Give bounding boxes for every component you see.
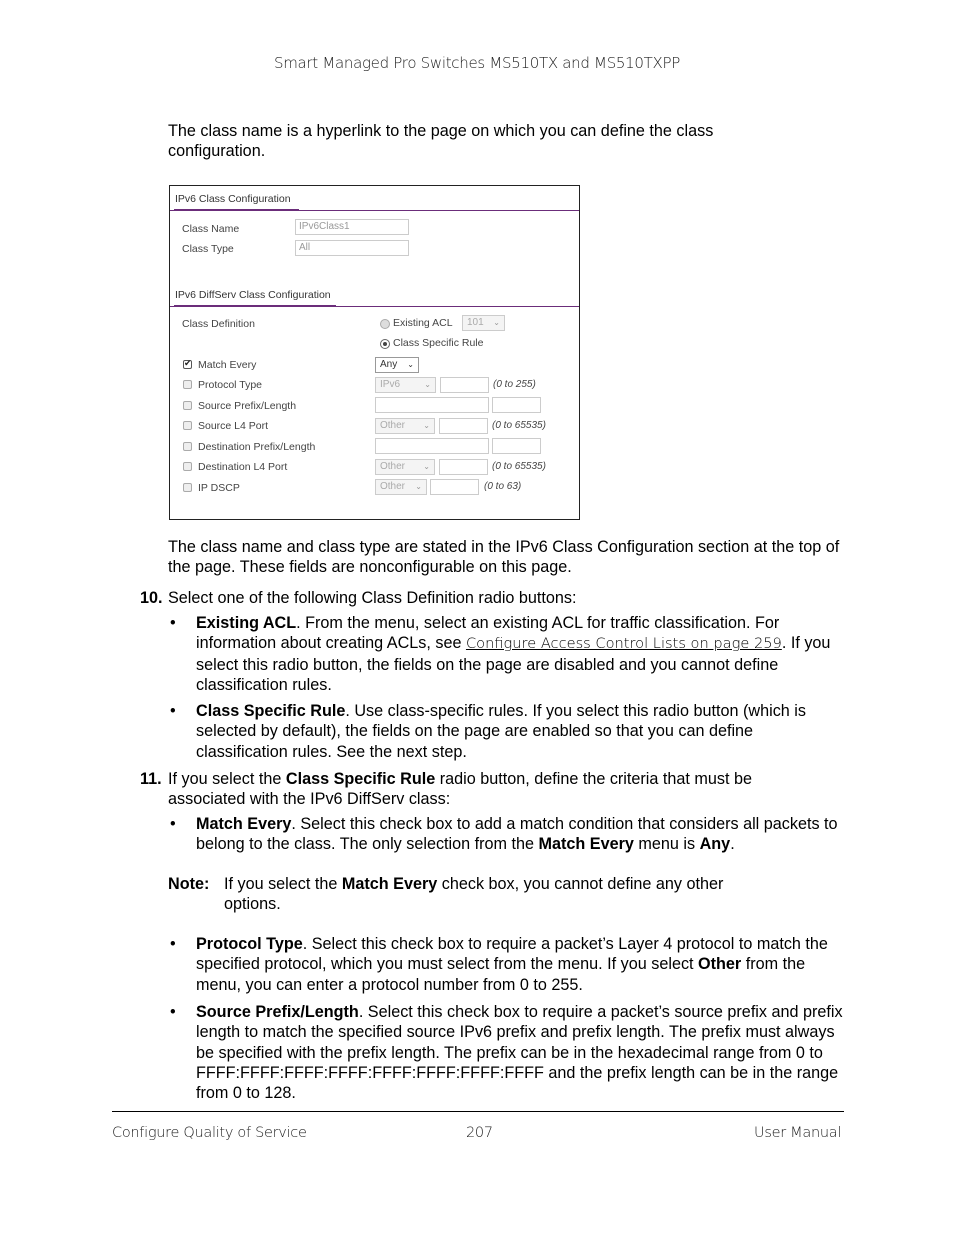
note-label: Note:	[168, 875, 210, 893]
protocol-type-value: IPv6	[380, 379, 401, 390]
term-match-every: Match Every	[196, 815, 292, 833]
bullet-text: . Select this check box to add a match c…	[196, 815, 838, 854]
section-underline	[174, 209, 299, 211]
source-l4-port-label: Source L4 Port	[198, 420, 269, 432]
footer-doc-type: User Manual	[754, 1125, 842, 1141]
chevron-down-icon: ⌄	[493, 318, 500, 327]
bullet-existing-acl: Existing ACL. From the menu, select an e…	[196, 613, 844, 695]
chevron-down-icon: ⌄	[423, 421, 430, 430]
class-type-field: All	[295, 240, 409, 256]
class-specific-rule-radio[interactable]	[380, 339, 390, 349]
section-underline	[174, 305, 336, 307]
existing-acl-radio[interactable]	[380, 319, 390, 329]
source-prefix-length-input[interactable]	[492, 397, 541, 413]
term-match-every: Match Every	[538, 835, 634, 854]
existing-acl-value: 101	[467, 317, 484, 328]
class-name-label: Class Name	[182, 223, 240, 235]
section-title-ipv6-class-config: IPv6 Class Configuration	[175, 193, 291, 205]
match-every-value: Any	[380, 359, 398, 370]
bullet: •	[170, 935, 176, 953]
ip-dscp-label: IP DSCP	[198, 482, 240, 494]
class-type-label: Class Type	[182, 243, 234, 255]
class-name-field: IPv6Class1	[295, 219, 409, 235]
ip-dscp-value: Other	[380, 481, 406, 492]
bullet-match-every: Match Every. Select this check box to ad…	[196, 814, 848, 855]
destination-l4-port-select[interactable]: Other ⌄	[375, 459, 435, 475]
intro-paragraph: The class name is a hyperlink to the pag…	[168, 122, 714, 161]
destination-l4-port-checkbox[interactable]	[183, 462, 192, 471]
bullet: •	[170, 815, 176, 833]
step-11-text: If you select the Class Specific Rule ra…	[168, 769, 828, 810]
source-prefix-input[interactable]	[375, 397, 489, 413]
term-match-every: Match Every	[341, 875, 438, 893]
ip-dscp-input[interactable]	[430, 479, 479, 495]
chevron-down-icon: ⌄	[424, 380, 431, 389]
link-configure-acls[interactable]: Configure Access Control Lists on page 2…	[466, 635, 782, 652]
existing-acl-select[interactable]: 101 ⌄	[462, 315, 505, 331]
term-other: Other	[698, 955, 742, 974]
note-text-part: If you select the	[224, 875, 342, 893]
destination-prefix-input[interactable]	[375, 438, 489, 454]
match-every-select[interactable]: Any ⌄	[375, 357, 419, 373]
match-every-checkbox[interactable]	[183, 358, 192, 369]
source-l4-port-select[interactable]: Other ⌄	[375, 418, 435, 434]
bullet: •	[170, 702, 176, 720]
destination-l4-port-value: Other	[380, 461, 406, 472]
bullet: •	[170, 614, 176, 632]
term-protocol-type: Protocol Type	[196, 935, 303, 953]
bullet-text: .	[730, 835, 735, 854]
step-10-number: 10.	[140, 589, 163, 607]
chevron-down-icon: ⌄	[407, 360, 414, 369]
step-10-text: Select one of the following Class Defini…	[168, 589, 577, 607]
bullet: •	[170, 1003, 176, 1021]
destination-l4-port-range-hint: (0 to 65535)	[492, 461, 546, 472]
footer-page-number: 207	[466, 1125, 493, 1141]
class-definition-label: Class Definition	[182, 318, 255, 330]
destination-l4-port-input[interactable]	[439, 459, 488, 475]
bullet-text: menu is	[633, 835, 700, 854]
ip-dscp-range-hint: (0 to 63)	[484, 481, 522, 492]
source-l4-port-value: Other	[380, 420, 406, 431]
ip-dscp-checkbox[interactable]	[183, 483, 192, 492]
chevron-down-icon: ⌄	[415, 482, 422, 491]
protocol-type-label: Protocol Type	[198, 379, 263, 391]
source-prefix-checkbox[interactable]	[183, 401, 192, 410]
footer-chapter: Configure Quality of Service	[112, 1125, 307, 1141]
bullet-source-prefix-length: Source Prefix/Length. Select this check …	[196, 1002, 844, 1103]
destination-prefix-label: Destination Prefix/Length	[198, 441, 316, 453]
protocol-type-select[interactable]: IPv6 ⌄	[375, 377, 436, 393]
match-every-label: Match Every	[198, 359, 257, 371]
term-existing-acl: Existing ACL	[196, 614, 297, 632]
chevron-down-icon: ⌄	[423, 462, 430, 471]
destination-l4-port-label: Destination L4 Port	[198, 461, 288, 473]
protocol-number-input[interactable]	[440, 377, 489, 393]
source-prefix-label: Source Prefix/Length	[198, 400, 297, 412]
existing-acl-label: Existing ACL	[393, 317, 453, 329]
running-header: Smart Managed Pro Switches MS510TX and M…	[274, 54, 680, 72]
footer-divider	[112, 1111, 844, 1112]
destination-prefix-length-input[interactable]	[492, 438, 541, 454]
protocol-type-checkbox[interactable]	[183, 380, 192, 389]
note-text: If you select the Match Every check box,…	[224, 874, 764, 915]
term-class-specific-rule: Class Specific Rule	[285, 770, 436, 788]
protocol-range-hint: (0 to 255)	[493, 379, 536, 390]
class-specific-rule-label: Class Specific Rule	[393, 337, 484, 349]
bullet-protocol-type: Protocol Type. Select this check box to …	[196, 934, 844, 995]
term-any: Any	[699, 835, 731, 854]
step-text: If you select the	[168, 770, 286, 788]
term-source-prefix-length: Source Prefix/Length	[196, 1003, 359, 1021]
section-title-diffserv-class-config: IPv6 DiffServ Class Configuration	[175, 289, 331, 301]
source-l4-port-checkbox[interactable]	[183, 421, 192, 430]
bullet-class-specific-rule: Class Specific Rule. Use class-specific …	[196, 701, 844, 762]
step-11-number: 11.	[140, 770, 162, 788]
ip-dscp-select[interactable]: Other ⌄	[375, 479, 427, 495]
source-l4-port-input[interactable]	[439, 418, 488, 434]
ipv6-class-config-screenshot: IPv6 Class Configuration Class Name IPv6…	[169, 185, 580, 520]
term-class-specific-rule: Class Specific Rule	[196, 702, 346, 720]
destination-prefix-checkbox[interactable]	[183, 442, 192, 451]
source-l4-port-range-hint: (0 to 65535)	[492, 420, 546, 431]
class-fields-paragraph: The class name and class type are stated…	[168, 538, 840, 577]
